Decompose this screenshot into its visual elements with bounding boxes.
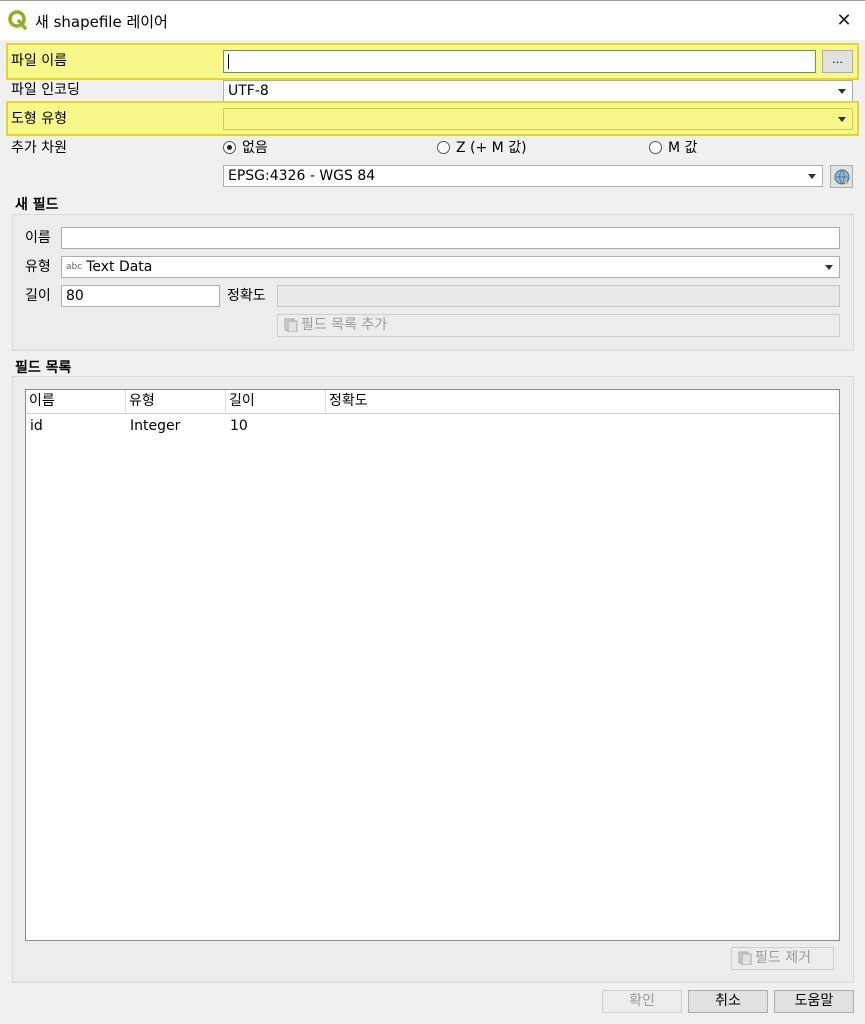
field-name-label: 이름 xyxy=(25,230,51,246)
field-type-select[interactable]: abc Text Data xyxy=(61,256,840,278)
field-type-value: Text Data xyxy=(86,259,153,275)
field-list-table[interactable]: 이름 유형 길이 정확도 id Integer 10 xyxy=(25,389,840,941)
encoding-value: UTF-8 xyxy=(228,83,269,99)
field-length-label: 길이 xyxy=(25,288,51,304)
column-header-type[interactable]: 유형 xyxy=(126,390,226,414)
browse-button[interactable]: … xyxy=(822,50,853,73)
globe-icon xyxy=(834,169,849,185)
crs-selector-button[interactable] xyxy=(830,165,853,188)
remove-field-button[interactable]: 필드 제거 xyxy=(731,947,834,970)
chevron-down-icon xyxy=(825,265,833,270)
remove-field-icon xyxy=(738,951,752,966)
field-name-input[interactable] xyxy=(61,227,840,249)
field-type-label: 유형 xyxy=(25,259,51,275)
dimension-none-radio[interactable] xyxy=(223,141,236,154)
field-list-title: 필드 목록 xyxy=(15,360,72,376)
encoding-label: 파일 인코딩 xyxy=(11,82,80,98)
geometry-type-label: 도형 유형 xyxy=(11,111,67,127)
dimension-m-radio[interactable] xyxy=(649,141,662,154)
field-precision-input[interactable] xyxy=(277,285,840,307)
column-header-precision[interactable]: 정확도 xyxy=(326,390,839,414)
chevron-down-icon xyxy=(838,89,846,94)
text-type-icon: abc xyxy=(66,262,83,272)
column-header-length[interactable]: 길이 xyxy=(226,390,326,414)
crs-select[interactable]: EPSG:4326 - WGS 84 xyxy=(223,165,823,187)
crs-value: EPSG:4326 - WGS 84 xyxy=(228,168,376,184)
chevron-down-icon xyxy=(838,117,846,122)
add-field-icon xyxy=(284,318,298,333)
column-header-name[interactable]: 이름 xyxy=(26,390,126,414)
add-field-button[interactable]: 필드 목록 추가 xyxy=(277,314,840,337)
new-field-title: 새 필드 xyxy=(15,197,59,213)
cell-length: 10 xyxy=(230,418,248,434)
field-length-input[interactable]: 80 xyxy=(61,285,220,307)
chevron-down-icon xyxy=(808,174,816,179)
window-title: 새 shapefile 레이어 xyxy=(35,13,168,31)
cell-type: Integer xyxy=(130,418,181,434)
cancel-button[interactable]: 취소 xyxy=(688,990,768,1013)
ok-button[interactable]: 확인 xyxy=(602,990,682,1013)
text-cursor xyxy=(228,53,229,69)
encoding-select[interactable]: UTF-8 xyxy=(223,80,853,102)
add-field-label: 필드 목록 추가 xyxy=(301,317,388,333)
table-row[interactable]: id Integer 10 xyxy=(26,415,839,437)
remove-field-label: 필드 제거 xyxy=(755,950,811,966)
dimension-none-label: 없음 xyxy=(242,140,268,156)
dimension-m-label: M 값 xyxy=(668,140,698,156)
file-name-label: 파일 이름 xyxy=(11,53,67,69)
field-precision-label: 정확도 xyxy=(227,288,266,304)
title-bar: 새 shapefile 레이어 ✕ xyxy=(0,0,865,40)
dimension-label: 추가 차원 xyxy=(11,140,67,156)
file-name-input[interactable] xyxy=(223,50,816,73)
help-button[interactable]: 도움말 xyxy=(774,990,854,1013)
dimension-zm-label: Z (+ M 값) xyxy=(456,140,527,156)
dimension-zm-radio[interactable] xyxy=(437,141,450,154)
cell-name: id xyxy=(30,418,43,434)
close-icon[interactable]: ✕ xyxy=(834,11,854,31)
qgis-logo-icon xyxy=(8,10,27,30)
geometry-type-select[interactable] xyxy=(223,108,853,130)
